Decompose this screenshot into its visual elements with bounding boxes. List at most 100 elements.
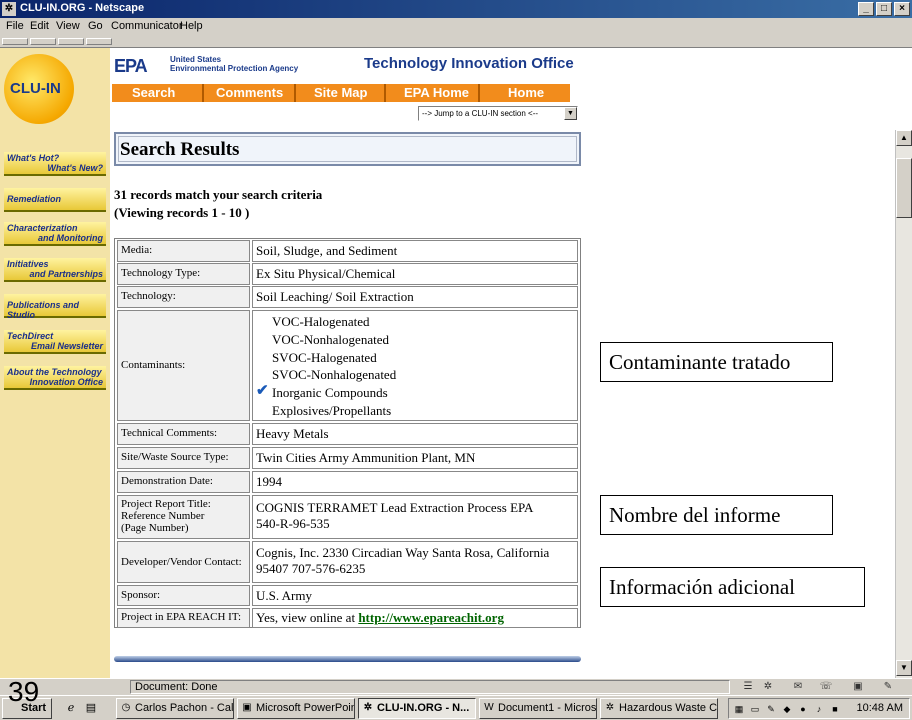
chevron-down-icon[interactable]: ▼ — [564, 107, 577, 120]
task-button-powerpoint[interactable]: ▣ Microsoft PowerPoint... — [237, 698, 355, 719]
nav-initiatives[interactable]: Initiatives and Partnerships — [4, 258, 106, 282]
menu-view[interactable]: View — [56, 20, 80, 32]
window-titlebar: ✲ CLU-IN.ORG - Netscape _ □ × — [0, 0, 912, 18]
task-button-hazardous[interactable]: ✲ Hazardous Waste Cl... — [600, 698, 718, 719]
report-number: 540-R-96-535 — [256, 516, 330, 531]
security-icon[interactable]: ✲ — [760, 681, 776, 693]
scroll-thumb[interactable] — [896, 158, 912, 218]
tray-network-icon[interactable]: ▦ — [733, 703, 745, 715]
contaminant-name: Explosives/Propellants — [272, 402, 392, 418]
nav-label: and Partnerships — [29, 269, 103, 279]
task-label: Carlos Pachon - Cale... — [135, 702, 234, 714]
nav-techdirect[interactable]: TechDirect Email Newsletter — [4, 330, 106, 354]
field-label: Project in EPA REACH IT: — [117, 608, 250, 628]
tray-volume-icon[interactable]: ♪ — [813, 703, 825, 715]
jump-to-section-select[interactable]: --> Jump to a CLU-IN section <-- ▼ — [418, 106, 578, 121]
checkmark-icon: ✔ — [256, 383, 269, 400]
toolbar-grip[interactable] — [86, 38, 112, 45]
clock[interactable]: 10:48 AM — [857, 702, 903, 714]
reachit-text: Yes, view online at — [256, 610, 359, 625]
table-row: Media: Soil, Sludge, and Sediment — [115, 239, 580, 262]
menu-edit[interactable]: Edit — [30, 20, 49, 32]
field-label: Site/Waste Source Type: — [117, 447, 250, 469]
field-value: Soil, Sludge, and Sediment — [252, 240, 578, 262]
nav-search[interactable]: Search — [132, 85, 175, 100]
clu-in-sidebar: CLU-IN What's Hot? What's New? Remediatio… — [0, 48, 110, 678]
menu-go[interactable]: Go — [88, 20, 103, 32]
epa-header: EPA United States Environmental Protectio… — [112, 52, 582, 78]
nav-about-tio[interactable]: About the Technology Innovation Office — [4, 366, 106, 390]
toolbar-grip[interactable] — [30, 38, 56, 45]
mail-icon[interactable]: ✉ — [790, 681, 806, 693]
contaminants-list: VOC-Halogenated VOC-Nonhalogenated SVOC-… — [252, 310, 578, 421]
tray-shield-icon[interactable]: ◆ — [781, 703, 793, 715]
epa-sub-line: United States — [170, 55, 222, 64]
tray-globe-icon[interactable]: ● — [797, 703, 809, 715]
ie-icon[interactable]: ℯ — [64, 701, 78, 715]
edit-icon[interactable]: ✎ — [880, 681, 896, 693]
clu-in-logo-text: CLU-IN — [10, 80, 61, 97]
field-value: Twin Cities Army Ammunition Plant, MN — [252, 447, 578, 469]
tray-monitor-icon[interactable]: ▭ — [749, 703, 761, 715]
list-item: VOC-Halogenated — [256, 313, 574, 331]
contact-line: Cognis, Inc. 2330 Circadian Way Santa Ro… — [256, 545, 550, 560]
task-button-netscape[interactable]: ✲ CLU-IN.ORG - N... — [358, 698, 476, 719]
desktop-icon[interactable]: ▤ — [84, 701, 98, 715]
menu-communicator[interactable]: Communicator — [111, 20, 183, 32]
field-label: Sponsor: — [117, 585, 250, 606]
task-button-outlook[interactable]: ◷ Carlos Pachon - Cale... — [116, 698, 234, 719]
nav-label: and Monitoring — [38, 233, 103, 243]
contaminant-name: SVOC-Nonhalogenated — [272, 367, 397, 383]
report-title-line: COGNIS TERRAMET Lead Extraction Process … — [256, 500, 534, 515]
epa-agency-name: United States Environmental Protection Ag… — [170, 55, 298, 73]
close-button[interactable]: × — [894, 2, 910, 16]
nav-comments[interactable]: Comments — [216, 85, 283, 100]
task-button-word[interactable]: W Document1 - Micros... — [479, 698, 597, 719]
nav-label: Characterization — [7, 223, 78, 233]
discussion-icon[interactable]: ☏ — [818, 681, 834, 693]
task-label: Document1 - Micros... — [498, 702, 597, 714]
nav-whats-hot[interactable]: What's Hot? What's New? — [4, 152, 106, 176]
collapsed-toolbars — [0, 36, 912, 48]
toolbar-grip[interactable] — [58, 38, 84, 45]
tray-app-icon[interactable]: ■ — [829, 703, 841, 715]
menu-file[interactable]: File — [6, 20, 24, 32]
nav-site-map[interactable]: Site Map — [314, 85, 367, 100]
composer-icon[interactable]: ▣ — [850, 681, 866, 693]
list-item: SVOC-Nonhalogenated — [256, 366, 574, 384]
table-row: Sponsor: U.S. Army — [115, 584, 580, 607]
epa-logo[interactable]: EPA — [114, 56, 148, 77]
toolbar-grip[interactable] — [2, 38, 28, 45]
field-label: Developer/Vendor Contact: — [117, 541, 250, 583]
window-title: CLU-IN.ORG - Netscape — [20, 2, 145, 14]
label-line: (Page Number) — [121, 522, 189, 534]
nav-label: What's New? — [47, 163, 103, 173]
minimize-button[interactable]: _ — [858, 2, 874, 16]
nav-remediation[interactable]: Remediation — [4, 188, 106, 212]
epa-sub-line: Environmental Protection Agency — [170, 64, 299, 73]
menu-help[interactable]: Help — [180, 20, 203, 32]
status-bar: Document: Done ☰ ✲ ✉ ☏ ▣ ✎ — [0, 678, 912, 695]
tray-pen-icon[interactable]: ✎ — [765, 703, 777, 715]
vertical-scrollbar[interactable]: ▲ ▼ — [895, 130, 912, 678]
table-row: Site/Waste Source Type: Twin Cities Army… — [115, 446, 580, 470]
netscape-icon: ✲ — [605, 702, 615, 713]
system-tray: ▦ ▭ ✎ ◆ ● ♪ ■ 10:48 AM — [728, 698, 910, 719]
nav-separator — [384, 84, 386, 102]
task-label: CLU-IN.ORG - N... — [377, 702, 470, 714]
nav-publications[interactable]: Publications and Studio — [4, 294, 106, 320]
record-table: Media: Soil, Sludge, and Sediment Techno… — [114, 238, 581, 628]
task-label: Microsoft PowerPoint... — [256, 702, 354, 714]
scroll-down-icon[interactable]: ▼ — [896, 660, 912, 676]
field-label: Media: — [117, 240, 250, 262]
reachit-link[interactable]: http://www.epareachit.org — [358, 610, 504, 625]
nav-characterization[interactable]: Characterization and Monitoring — [4, 222, 106, 246]
scroll-up-icon[interactable]: ▲ — [896, 130, 912, 146]
contaminant-name: SVOC-Halogenated — [272, 349, 377, 365]
nav-epa-home[interactable]: EPA Home — [404, 85, 469, 100]
field-label: Demonstration Date: — [117, 471, 250, 493]
maximize-button[interactable]: □ — [876, 2, 892, 16]
contaminant-name: VOC-Nonhalogenated — [272, 331, 389, 347]
nav-home[interactable]: Home — [508, 85, 544, 100]
contact-line: 95407 707-576-6235 — [256, 561, 366, 576]
